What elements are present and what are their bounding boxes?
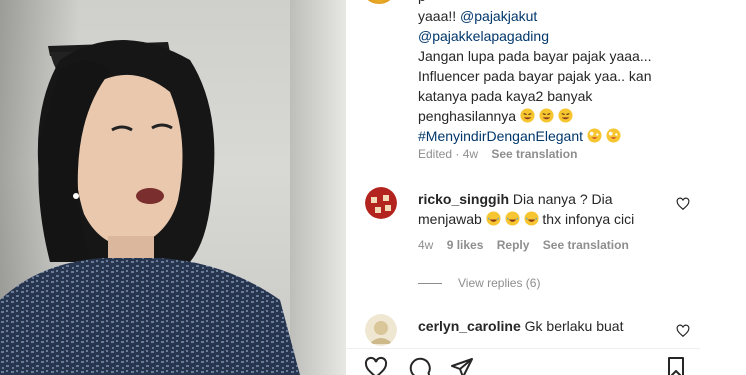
hashtag-link[interactable]: #MenyindirDenganElegant [418,128,583,144]
mention-link[interactable]: @pajakkelapagading [418,26,688,46]
caption-text: yaaa!! [418,8,461,24]
comment-text: Gk berlaku buat [524,318,624,334]
avatar-image [365,314,397,346]
comment-time: 4w [418,238,434,252]
avatar-image [365,187,397,219]
comment-icon[interactable] [408,356,432,375]
post-action-bar [346,348,700,375]
rofl-emoji-icon [539,108,554,123]
caption-line-3: Jangan lupa pada bayar pajak yaaa... [418,48,652,64]
heart-icon[interactable] [364,356,388,375]
page-margin [700,0,746,375]
post-caption: p yaaa!! @pajakjakut @pajakkelapagading … [418,0,688,146]
heart-icon[interactable] [676,197,690,211]
comments-panel: p yaaa!! @pajakjakut @pajakkelapagading … [346,0,700,375]
bookmark-icon[interactable] [664,356,688,375]
joy-emoji-icon [486,211,501,226]
comment-item: ricko_singgih Dia nanya ? Dia menjawab t… [418,189,678,229]
person-illustration [0,40,300,375]
commenter-avatar[interactable] [365,187,397,219]
comment-text: menjawab [418,211,482,227]
comment-likes[interactable]: 9 likes [447,238,484,252]
commenter-avatar[interactable] [365,314,397,346]
mention-link[interactable]: @pajakjakut [460,8,537,24]
caption-line-7: #MenyindirDenganElegant [418,126,688,146]
see-translation-link[interactable]: See translation [491,147,577,161]
view-replies-label: View replies (6) [458,276,541,290]
replies-divider [418,283,442,285]
joy-emoji-icon [505,211,520,226]
caption-line-4: Influencer pada bayar pajak yaa.. kan [418,68,652,84]
see-translation-link[interactable]: See translation [543,238,629,252]
comment-username[interactable]: cerlyn_caroline [418,318,521,334]
joy-emoji-icon [523,211,539,226]
caption-line-1: yaaa!! @pajakjakut [418,6,688,26]
zany-emoji-icon [606,128,621,143]
comment-text: thx infonya cici [542,211,635,227]
comment-item: cerlyn_caroline Gk berlaku buat [418,316,678,336]
heart-icon[interactable] [676,324,690,338]
send-icon[interactable] [450,356,474,375]
rofl-emoji-icon [520,108,535,123]
rofl-emoji-icon [558,108,573,123]
post-author-avatar[interactable] [364,0,394,4]
post-photo [0,0,346,375]
edited-timestamp: Edited · 4w [418,147,479,161]
caption-meta: Edited · 4w See translation [418,147,577,161]
view-replies-button[interactable]: View replies (6) [418,276,540,290]
reply-button[interactable]: Reply [497,238,530,252]
comment-meta: 4w 9 likes Reply See translation [418,238,629,252]
caption-line-5: katanya pada kaya2 banyak [418,88,593,104]
caption-text: penghasilannya [418,108,517,124]
comment-username[interactable]: ricko_singgih [418,191,509,207]
caption-line-6: penghasilannya [418,106,688,126]
comment-text: Dia nanya ? Dia [512,191,613,207]
zany-emoji-icon [587,128,602,143]
